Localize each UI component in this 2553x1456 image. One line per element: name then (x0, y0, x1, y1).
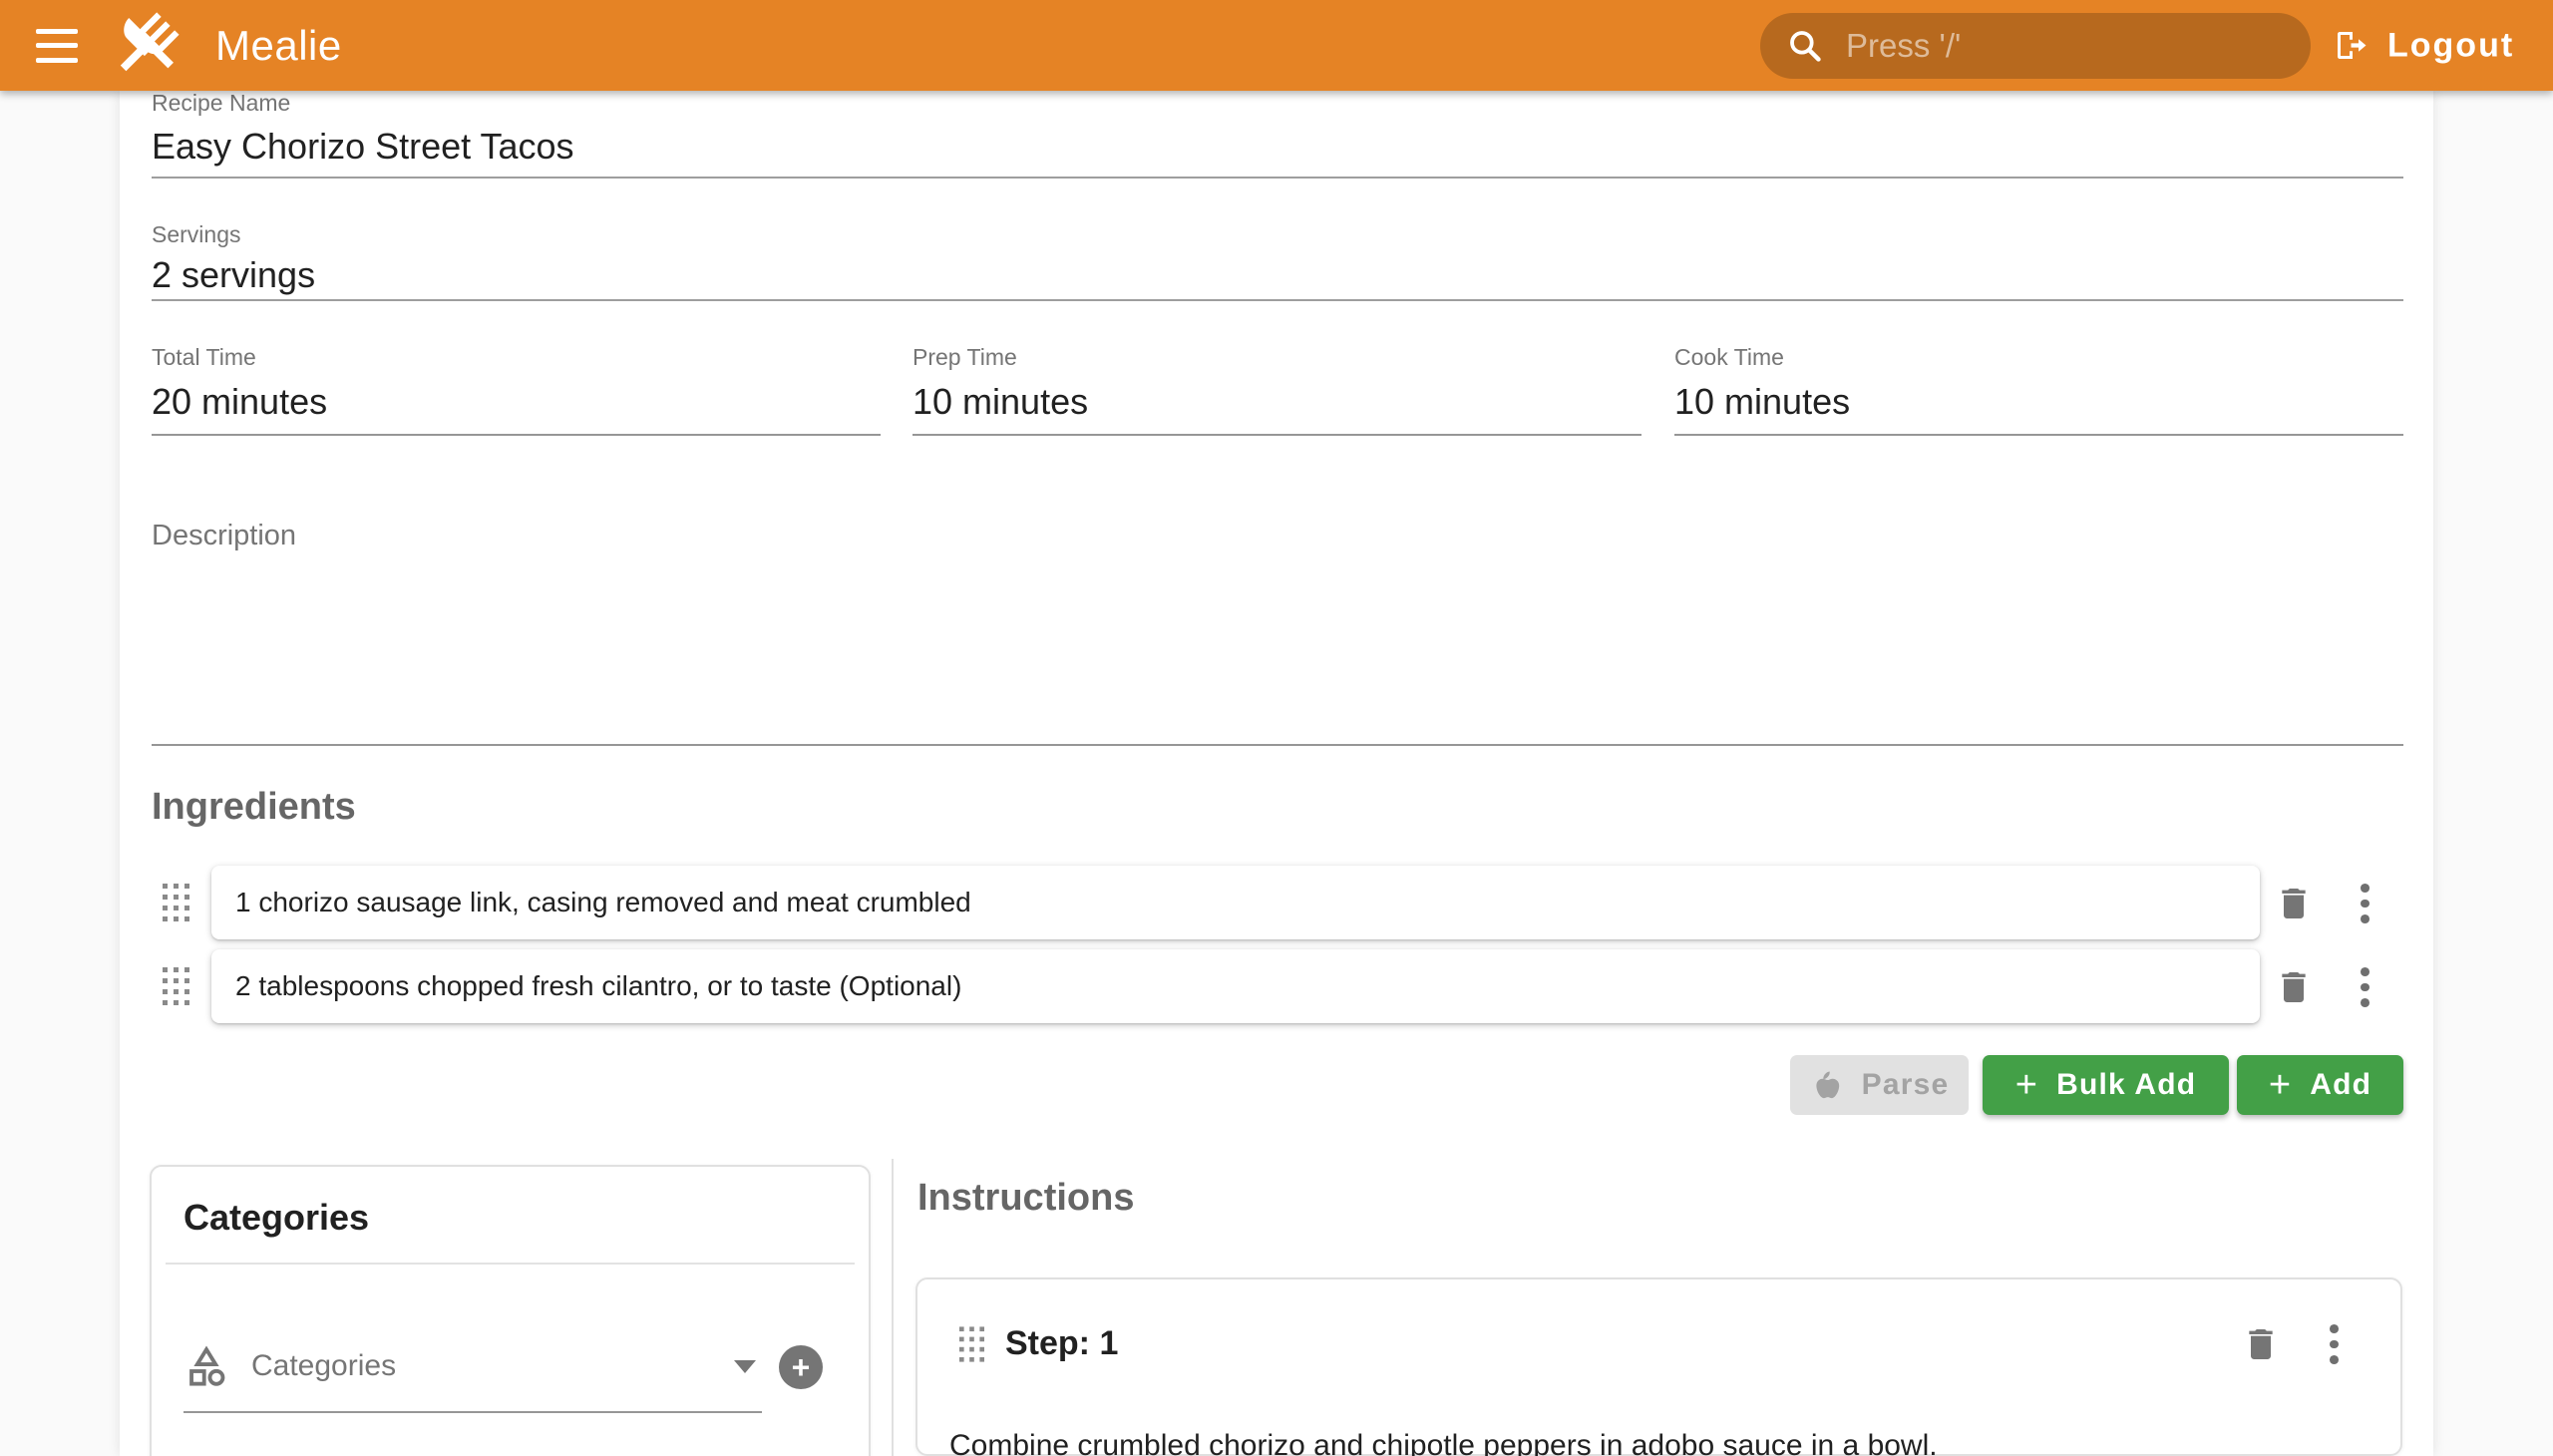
categories-divider (166, 1263, 855, 1265)
prep-time-input[interactable] (912, 377, 1641, 427)
servings-input[interactable] (152, 249, 2403, 301)
prep-time-underline (912, 434, 1641, 436)
trash-icon[interactable] (2274, 882, 2314, 925)
dot (2361, 884, 2370, 893)
menu-bar (36, 43, 78, 48)
kebab-menu-icon[interactable] (2327, 1324, 2341, 1364)
description-label: Description (152, 504, 2403, 552)
add-label: Add (2310, 1068, 2371, 1102)
category-shapes-icon (183, 1343, 229, 1389)
prep-time-label: Prep Time (912, 344, 1017, 371)
dot (2330, 1340, 2339, 1349)
dot (2361, 914, 2370, 923)
bulk-add-label: Bulk Add (2056, 1068, 2196, 1102)
bulk-add-button[interactable]: + Bulk Add (1983, 1055, 2229, 1115)
plus-icon: + (2269, 1066, 2292, 1104)
mealie-logo-icon (108, 8, 183, 84)
trash-icon[interactable] (2274, 965, 2314, 1009)
dot (2330, 1324, 2339, 1333)
servings-underline (152, 299, 2403, 301)
dot (2361, 900, 2370, 909)
apple-icon (1810, 1068, 1844, 1102)
cook-time-underline (1674, 434, 2403, 436)
recipe-name-underline (152, 177, 2403, 179)
categories-select-label: Categories (251, 1349, 396, 1383)
plus-icon: + (792, 1351, 811, 1383)
plus-icon: + (2015, 1066, 2038, 1104)
app-title: Mealie (215, 22, 342, 70)
ingredient-row[interactable]: 2 tablespoons chopped fresh cilantro, or… (211, 949, 2260, 1023)
add-category-button[interactable]: + (779, 1345, 823, 1389)
cook-time-input[interactable] (1674, 377, 2403, 427)
ingredient-drag-handle[interactable] (163, 884, 189, 926)
chevron-down-icon[interactable] (734, 1360, 756, 1373)
parse-label: Parse (1862, 1068, 1950, 1102)
instructions-heading: Instructions (917, 1177, 1134, 1220)
dot (2361, 983, 2370, 992)
mealie-recipe-edit-screen: Mealie Logout Recipe Name Ser (0, 0, 2553, 1456)
categories-select[interactable]: Categories (183, 1338, 722, 1394)
recipe-name-input[interactable] (152, 120, 2403, 174)
total-time-underline (152, 434, 881, 436)
search-box[interactable] (1760, 13, 2311, 79)
dot (2361, 967, 2370, 976)
parse-button[interactable]: Parse (1790, 1055, 1969, 1115)
categories-select-underline (183, 1411, 762, 1413)
add-button[interactable]: + Add (2237, 1055, 2403, 1115)
step-title: Step: 1 (1005, 1324, 1118, 1363)
step-text[interactable]: Combine crumbled chorizo and chipotle pe… (949, 1426, 2366, 1456)
menu-bar (36, 29, 78, 34)
ingredient-drag-handle[interactable] (163, 967, 189, 1010)
servings-label: Servings (152, 221, 240, 248)
app-header: Mealie Logout (0, 0, 2553, 91)
ingredient-text: 1 chorizo sausage link, casing removed a… (235, 887, 971, 918)
ingredient-row[interactable]: 1 chorizo sausage link, casing removed a… (211, 866, 2260, 939)
dot (2330, 1355, 2339, 1364)
logout-icon (2332, 28, 2368, 64)
total-time-input[interactable] (152, 377, 881, 427)
ingredient-text: 2 tablespoons chopped fresh cilantro, or… (235, 970, 961, 1002)
total-time-label: Total Time (152, 344, 256, 371)
trash-icon[interactable] (2241, 1322, 2281, 1366)
menu-bar (36, 58, 78, 63)
kebab-menu-icon[interactable] (2358, 967, 2371, 1007)
logout-label: Logout (2387, 26, 2514, 65)
column-divider (892, 1159, 894, 1456)
description-field[interactable]: Description (152, 504, 2403, 744)
categories-card-title: Categories (183, 1197, 369, 1239)
dot (2361, 998, 2370, 1007)
search-input[interactable] (1844, 26, 2285, 66)
menu-button[interactable] (36, 29, 78, 63)
description-underline (152, 744, 2403, 746)
ingredients-heading: Ingredients (152, 786, 356, 829)
search-icon (1786, 27, 1824, 65)
cook-time-label: Cook Time (1674, 344, 1784, 371)
kebab-menu-icon[interactable] (2358, 884, 2371, 923)
recipe-name-label: Recipe Name (152, 90, 290, 117)
logout-button[interactable]: Logout (2326, 25, 2520, 66)
step-drag-handle[interactable] (959, 1326, 984, 1367)
